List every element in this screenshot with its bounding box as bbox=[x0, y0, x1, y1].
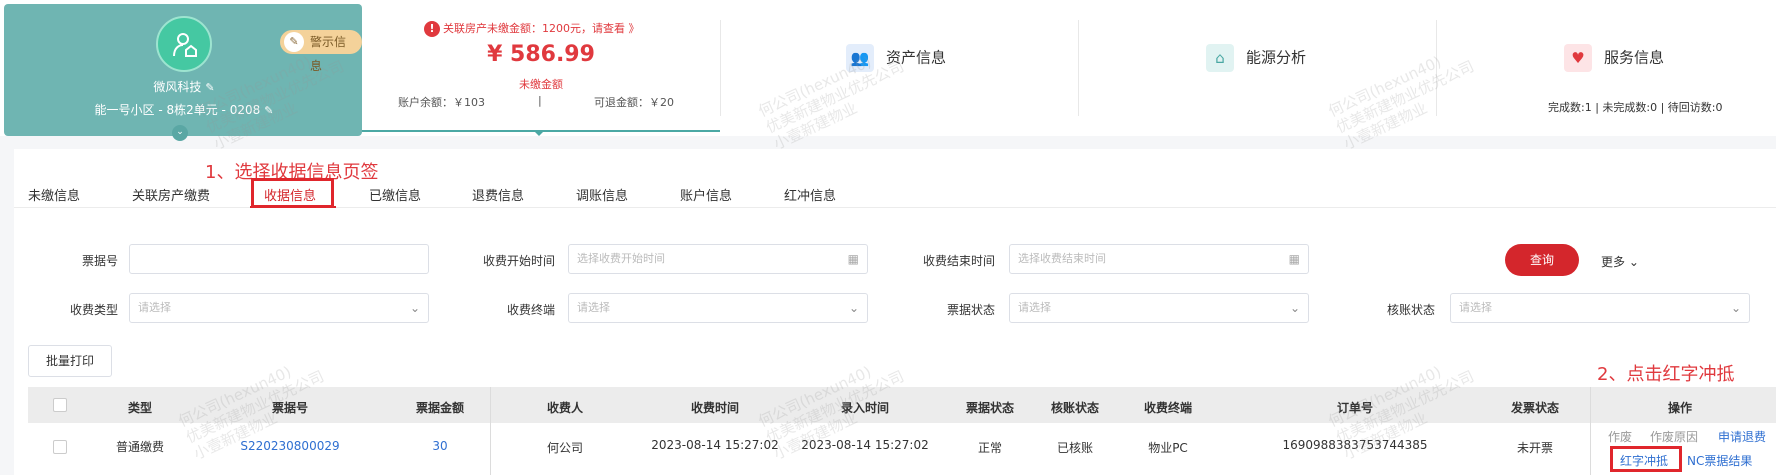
column-header: 收费终端 bbox=[1143, 401, 1192, 415]
annotation-step2: 2、点击红字冲抵 bbox=[1597, 364, 1735, 385]
fee-type-select[interactable]: 请选择 ⌄ bbox=[129, 293, 429, 323]
cell-type: 普通缴费 bbox=[115, 440, 164, 454]
tab-linked-property[interactable]: 关联房产缴费 bbox=[132, 185, 210, 204]
divider bbox=[1590, 387, 1591, 475]
column-header: 核账状态 bbox=[1050, 401, 1099, 415]
edit-icon[interactable]: ✎ bbox=[264, 104, 273, 117]
account-balance: 账户余额：￥103 bbox=[398, 96, 485, 109]
filter-label: 核账状态 bbox=[1386, 303, 1435, 317]
warning-info-tag[interactable]: ✎ 警示信息 bbox=[280, 30, 362, 73]
tab-account[interactable]: 账户信息 bbox=[680, 185, 732, 204]
filter-label: 收费结束时间 bbox=[922, 254, 995, 268]
column-header: 收费时间 bbox=[690, 401, 739, 415]
nc-receipt-result-link[interactable]: NC票据结果 bbox=[1687, 452, 1752, 469]
tab-refund[interactable]: 退费信息 bbox=[472, 185, 524, 204]
chevron-down-icon: ⌄ bbox=[1730, 301, 1741, 315]
query-button[interactable]: 查询 bbox=[1505, 244, 1579, 276]
highlight-box-receipt-tab bbox=[251, 178, 334, 208]
row-checkbox[interactable] bbox=[53, 440, 67, 454]
active-panel-arrow bbox=[533, 130, 545, 136]
filter-label: 票据状态 bbox=[946, 303, 995, 317]
divider bbox=[720, 20, 721, 116]
heart-icon: ♥ bbox=[1564, 44, 1592, 72]
column-header: 操作 bbox=[1667, 401, 1692, 415]
divider bbox=[1436, 20, 1437, 116]
divider: | bbox=[538, 94, 542, 107]
cell-payee: 何公司 bbox=[546, 441, 583, 455]
company-name: 微风科技 ✎ bbox=[153, 80, 215, 94]
batch-print-button[interactable]: 批量打印 bbox=[28, 345, 112, 377]
cell-receipt-no[interactable]: S220230800029 bbox=[200, 439, 380, 453]
cell-entry-time: 2023-08-14 15:27:02 bbox=[801, 438, 929, 452]
cell-receipt-status: 正常 bbox=[977, 441, 1002, 455]
refundable-amount: 可退金额：￥20 bbox=[594, 96, 674, 109]
tab-paid[interactable]: 已缴信息 bbox=[369, 185, 421, 204]
linked-property-alert[interactable]: ! 关联房产未缴金额：1200元，请查看 》 bbox=[424, 20, 640, 37]
unpaid-amount: ¥ 586.99 bbox=[487, 42, 595, 67]
unpaid-amount-label: 未缴金额 bbox=[519, 78, 563, 91]
cell-amount[interactable]: 30 bbox=[390, 439, 490, 453]
edit-icon[interactable]: ✎ bbox=[205, 81, 214, 94]
alert-icon: ! bbox=[424, 21, 440, 37]
column-header: 收费人 bbox=[546, 401, 583, 415]
divider bbox=[490, 387, 491, 475]
end-time-picker[interactable]: 选择收费结束时间 ▦ bbox=[1009, 244, 1309, 274]
divider bbox=[1078, 20, 1079, 116]
terminal-select[interactable]: 请选择 ⌄ bbox=[568, 293, 868, 323]
unpaid-amount-panel: ! 关联房产未缴金额：1200元，请查看 》 ¥ 586.99 未缴金额 账户余额… bbox=[362, 0, 720, 132]
apply-refund-link[interactable]: 申请退费 bbox=[1718, 428, 1766, 445]
chevron-down-icon: ⌄ bbox=[1289, 301, 1300, 315]
tab-adjustment[interactable]: 调账信息 bbox=[576, 185, 628, 204]
calendar-icon: ▦ bbox=[847, 252, 859, 266]
house-address: 能一号小区 - 8栋2单元 - 0208 ✎ bbox=[94, 103, 274, 117]
energy-analysis-box[interactable]: ⌂ 能源分析 bbox=[1206, 44, 1306, 72]
more-filters-toggle[interactable]: 更多 ⌄ bbox=[1601, 253, 1639, 270]
tab-red-offset[interactable]: 红冲信息 bbox=[784, 185, 836, 204]
filter-label: 票据号 bbox=[81, 254, 118, 268]
column-header: 类型 bbox=[127, 401, 152, 415]
cell-charge-time: 2023-08-14 15:27:02 bbox=[651, 438, 779, 452]
column-header: 票据号 bbox=[271, 401, 308, 415]
filter-label: 收费终端 bbox=[506, 303, 555, 317]
chevron-down-icon: ⌄ bbox=[848, 301, 859, 315]
highlight-box-red-offset bbox=[1610, 446, 1682, 472]
asset-info-box[interactable]: 👥 资产信息 bbox=[846, 44, 946, 72]
cell-terminal: 物业PC bbox=[1148, 441, 1188, 455]
column-header: 订单号 bbox=[1336, 401, 1373, 415]
column-header: 发票状态 bbox=[1510, 401, 1559, 415]
filter-label: 收费开始时间 bbox=[482, 254, 555, 268]
calendar-icon: ▦ bbox=[1288, 252, 1300, 266]
column-header: 票据状态 bbox=[965, 401, 1014, 415]
void-link[interactable]: 作废 bbox=[1608, 428, 1632, 445]
home-icon: ⌂ bbox=[1206, 44, 1234, 72]
column-header: 录入时间 bbox=[840, 401, 889, 415]
profile-card: ✎ 警示信息 微风科技 ✎ 能一号小区 - 8栋2单元 - 0208 ✎ bbox=[4, 4, 362, 136]
receipt-no-input[interactable] bbox=[129, 244, 429, 274]
cell-order-no: 1690988383753744385 bbox=[1282, 438, 1428, 452]
service-stats: 完成数:1 | 未完成数:0 | 待回访数:0 bbox=[1548, 101, 1723, 114]
chevron-down-icon: ⌄ bbox=[409, 301, 420, 315]
column-header: 票据金额 bbox=[415, 401, 464, 415]
verify-status-select[interactable]: 请选择 ⌄ bbox=[1450, 293, 1750, 323]
cell-invoice-status: 未开票 bbox=[1516, 441, 1553, 455]
summary-bar: ✎ 警示信息 微风科技 ✎ 能一号小区 - 8栋2单元 - 0208 ✎ ⌄ ! 关联… bbox=[0, 0, 1776, 141]
select-all-checkbox[interactable] bbox=[53, 398, 67, 412]
service-info-box[interactable]: ♥ 服务信息 bbox=[1564, 44, 1664, 72]
start-time-picker[interactable]: 选择收费开始时间 ▦ bbox=[568, 244, 868, 274]
filter-label: 收费类型 bbox=[69, 303, 118, 317]
chevron-down-icon[interactable]: ⌄ bbox=[172, 125, 188, 141]
receipt-status-select[interactable]: 请选择 ⌄ bbox=[1009, 293, 1309, 323]
avatar bbox=[156, 16, 212, 72]
void-reason-link[interactable]: 作废原因 bbox=[1650, 428, 1698, 445]
pencil-icon: ✎ bbox=[284, 32, 304, 52]
chevron-down-icon: ⌄ bbox=[1628, 255, 1639, 269]
cell-verify-status: 已核账 bbox=[1056, 441, 1093, 455]
user-home-icon bbox=[173, 33, 197, 57]
tab-unpaid[interactable]: 未缴信息 bbox=[28, 185, 80, 204]
people-icon: 👥 bbox=[846, 44, 874, 72]
